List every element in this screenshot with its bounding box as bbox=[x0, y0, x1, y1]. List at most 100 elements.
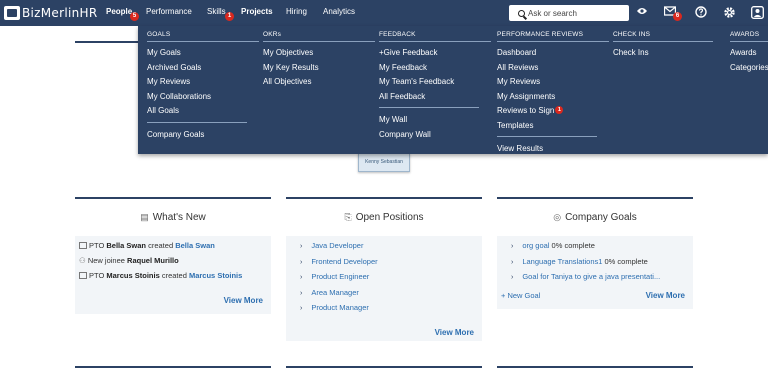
company-goals-card: ◎ Company Goals › org goal 0% complete › L… bbox=[497, 197, 693, 309]
column-divider bbox=[613, 41, 713, 42]
menu-item-my-assignments[interactable]: My Assignments bbox=[497, 92, 609, 107]
feed-verb: created bbox=[161, 271, 187, 280]
user-icon[interactable] bbox=[750, 6, 764, 20]
column-divider bbox=[147, 41, 259, 42]
search-box[interactable] bbox=[509, 5, 629, 21]
view-more-link[interactable]: View More bbox=[290, 328, 478, 337]
menu-item-view-results[interactable]: View Results bbox=[497, 144, 609, 159]
nav-hiring[interactable]: Hiring bbox=[286, 7, 307, 16]
menu-item-dashboard[interactable]: Dashboard bbox=[497, 48, 609, 63]
nav-people[interactable]: People bbox=[106, 7, 132, 16]
help-icon[interactable] bbox=[694, 6, 708, 20]
menu-column-check-ins: CHECK INS Check Ins bbox=[613, 31, 713, 63]
skills-badge: 1 bbox=[225, 12, 234, 21]
card-header: ⎘ Open Positions bbox=[286, 199, 482, 236]
position-label[interactable]: Java Developer bbox=[311, 241, 363, 250]
goal-item[interactable]: › Language Translations1 0% complete bbox=[501, 254, 689, 270]
logo-text: BizMerlinHR bbox=[22, 6, 98, 20]
menu-item-all-feedback[interactable]: All Feedback bbox=[379, 92, 491, 107]
clipboard-icon: ⎘ bbox=[344, 212, 352, 222]
feed-prefix: PTO bbox=[89, 271, 105, 280]
menu-item-all-reviews[interactable]: All Reviews bbox=[497, 63, 609, 78]
goal-name[interactable]: Language Translations1 bbox=[522, 257, 602, 266]
nav-projects[interactable]: Projects bbox=[241, 7, 273, 16]
card-title: What's New bbox=[152, 212, 206, 223]
person-icon: ⚇ bbox=[79, 256, 86, 265]
menu-item-check-ins[interactable]: Check Ins bbox=[613, 48, 713, 63]
brand-logo[interactable]: BizMerlinHR bbox=[4, 4, 97, 22]
menu-item-all-objectives[interactable]: All Objectives bbox=[263, 77, 375, 92]
position-item[interactable]: › Product Manager bbox=[290, 300, 478, 316]
nav-performance[interactable]: Performance bbox=[146, 7, 192, 16]
position-item[interactable]: › Java Developer bbox=[290, 238, 478, 254]
menu-item-my-reviews[interactable]: My Reviews bbox=[147, 77, 259, 92]
column-divider bbox=[497, 41, 609, 42]
menu-item-my-objectives[interactable]: My Objectives bbox=[263, 48, 375, 63]
menu-column-feedback: FEEDBACK +Give Feedback My Feedback My T… bbox=[379, 31, 491, 144]
card-top-border bbox=[497, 366, 693, 368]
menu-item-reviews-to-sign[interactable]: Reviews to Sign 1 bbox=[497, 106, 609, 121]
menu-item-all-goals[interactable]: All Goals bbox=[147, 106, 259, 121]
menu-item-company-wall[interactable]: Company Wall bbox=[379, 130, 491, 145]
menu-separator bbox=[379, 107, 479, 108]
chevron-right-icon: › bbox=[511, 274, 514, 281]
menu-item-my-wall[interactable]: My Wall bbox=[379, 115, 491, 130]
mail-badge: 6 bbox=[673, 12, 682, 21]
column-divider bbox=[730, 41, 768, 42]
nav-skills[interactable]: Skills bbox=[207, 7, 226, 16]
new-goal-link[interactable]: + New Goal bbox=[501, 291, 540, 300]
goal-item[interactable]: › Goal for Taniya to give a java presenta… bbox=[501, 269, 689, 285]
menu-item-my-collaborations[interactable]: My Collaborations bbox=[147, 92, 259, 107]
view-more-link[interactable]: View More bbox=[646, 291, 689, 300]
employee-tooltip[interactable]: Kenny Sebastian bbox=[358, 153, 410, 172]
menu-item-my-goals[interactable]: My Goals bbox=[147, 48, 259, 63]
chevron-right-icon: › bbox=[300, 305, 303, 312]
card-top-border bbox=[286, 366, 482, 368]
column-header: PERFORMANCE REVIEWS bbox=[497, 31, 584, 38]
card-header: ◎ Company Goals bbox=[497, 199, 693, 236]
card-top-border bbox=[75, 366, 271, 368]
menu-item-categories[interactable]: Categories bbox=[730, 63, 768, 78]
menu-column-goals: GOALS My Goals Archived Goals My Reviews… bbox=[147, 31, 259, 144]
menu-separator bbox=[497, 136, 597, 137]
menu-separator bbox=[147, 121, 247, 123]
menu-column-performance-reviews: PERFORMANCE REVIEWS Dashboard All Review… bbox=[497, 31, 609, 159]
card-title: Company Goals bbox=[565, 212, 637, 223]
menu-item-my-reviews[interactable]: My Reviews bbox=[497, 77, 609, 92]
settings-icon[interactable] bbox=[722, 6, 736, 20]
column-header: OKRs bbox=[263, 31, 282, 38]
menu-item-give-feedback[interactable]: +Give Feedback bbox=[379, 48, 491, 63]
feed-prefix: PTO bbox=[89, 241, 105, 250]
position-label[interactable]: Product Engineer bbox=[311, 272, 369, 281]
nav-analytics[interactable]: Analytics bbox=[323, 7, 355, 16]
menu-item-label[interactable]: Reviews to Sign bbox=[497, 106, 554, 115]
menu-item-team-feedback[interactable]: My Team's Feedback bbox=[379, 77, 491, 92]
feed-target-link[interactable]: Marcus Stoinis bbox=[189, 271, 242, 280]
column-divider bbox=[263, 41, 375, 42]
top-navbar: BizMerlinHR People 5 Performance Skills … bbox=[0, 0, 768, 26]
position-label[interactable]: Frontend Developer bbox=[311, 257, 377, 266]
feed-target-link[interactable]: Bella Swan bbox=[175, 241, 215, 250]
position-item[interactable]: › Area Manager bbox=[290, 285, 478, 301]
view-more-link[interactable]: View More bbox=[79, 296, 267, 305]
calendar-icon bbox=[79, 272, 87, 279]
position-item[interactable]: › Product Engineer bbox=[290, 269, 478, 285]
column-header: FEEDBACK bbox=[379, 31, 416, 38]
menu-item-my-feedback[interactable]: My Feedback bbox=[379, 63, 491, 78]
menu-item-company-goals[interactable]: Company Goals bbox=[147, 130, 259, 145]
goal-name[interactable]: org goal bbox=[522, 241, 549, 250]
search-input[interactable] bbox=[528, 8, 623, 18]
menu-item-my-key-results[interactable]: My Key Results bbox=[263, 63, 375, 78]
visibility-icon[interactable] bbox=[635, 6, 649, 20]
position-item[interactable]: › Frontend Developer bbox=[290, 254, 478, 270]
goal-item[interactable]: › org goal 0% complete bbox=[501, 238, 689, 254]
position-label[interactable]: Product Manager bbox=[311, 303, 369, 312]
search-icon bbox=[518, 9, 525, 17]
menu-item-archived-goals[interactable]: Archived Goals bbox=[147, 63, 259, 78]
feed-actor: Bella Swan bbox=[106, 241, 146, 250]
menu-item-awards[interactable]: Awards bbox=[730, 48, 768, 63]
position-label[interactable]: Area Manager bbox=[311, 288, 359, 297]
goal-name[interactable]: Goal for Taniya to give a java presentat… bbox=[522, 272, 660, 281]
open-positions-card: ⎘ Open Positions › Java Developer › Fronte… bbox=[286, 197, 482, 341]
menu-item-templates[interactable]: Templates bbox=[497, 121, 609, 136]
